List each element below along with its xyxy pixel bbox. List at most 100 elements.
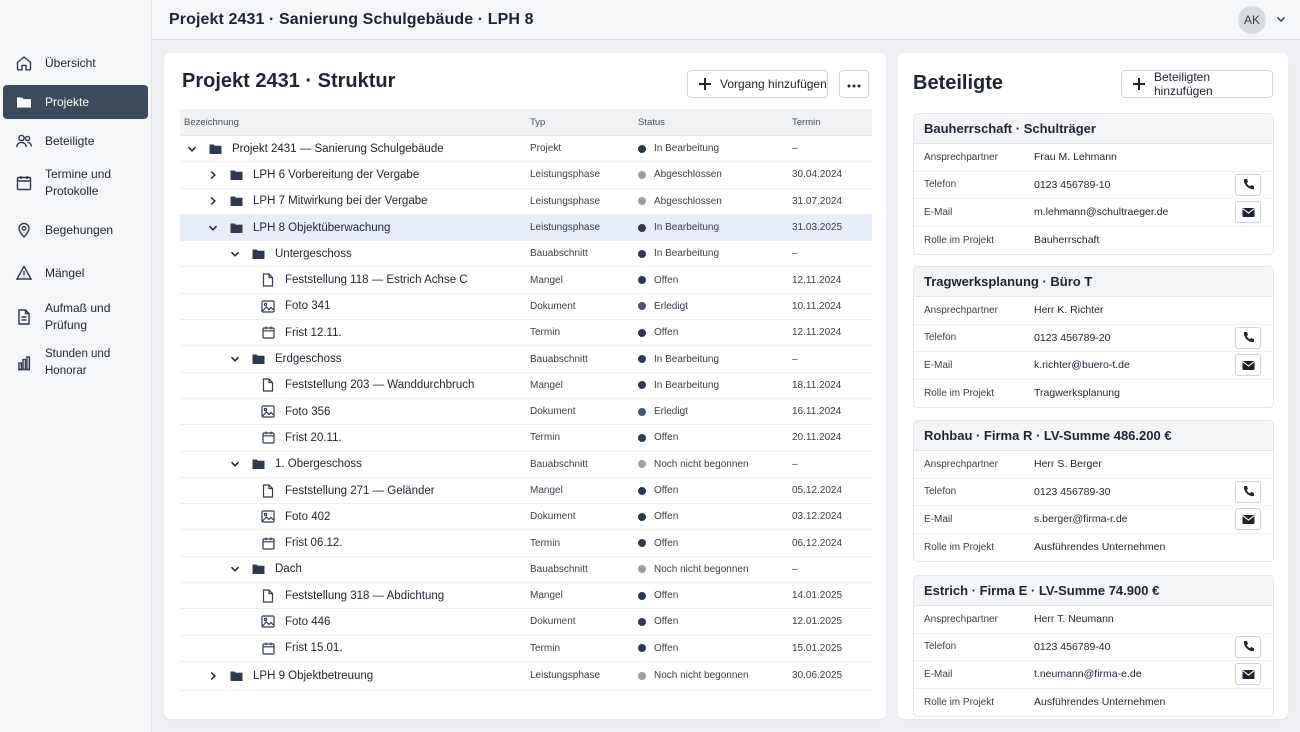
row-name-cell: 1. Obergeschoss: [229, 457, 362, 471]
sidebar-item-uebersicht[interactable]: Übersicht: [3, 46, 148, 80]
row-type: Dokument: [530, 406, 576, 418]
field-value[interactable]: s.berger@firma-r.de: [1034, 513, 1128, 525]
sidebar-item-termine[interactable]: Termine und Protokolle: [3, 163, 148, 203]
chevron-down-icon[interactable]: [229, 248, 241, 260]
table-row[interactable]: LPH 6 Vorbereitung der Vergabe Leistungsp…: [180, 162, 872, 189]
column-header-type[interactable]: Typ: [530, 117, 545, 128]
chevron-down-icon[interactable]: [229, 353, 241, 365]
avatar[interactable]: AK: [1238, 6, 1266, 34]
sidebar-item-aufmass[interactable]: Aufmaß und Prüfung: [3, 297, 148, 337]
participant-field-contact: Ansprechpartner Herr T. Neumann: [914, 606, 1273, 634]
add-process-button[interactable]: Vorgang hinzufügen: [687, 70, 828, 98]
field-value[interactable]: m.lehmann@schultraeger.de: [1034, 206, 1168, 218]
table-row[interactable]: Frist 12.11. Termin Offen 12.11.2024: [180, 320, 872, 347]
table-row[interactable]: Dach Bauabschnitt Noch nicht begonnen –: [180, 557, 872, 584]
more-options-button[interactable]: [839, 70, 869, 98]
sidebar-item-begehungen[interactable]: Begehungen: [3, 213, 148, 247]
participant-card: Tragwerksplanung · Büro T Ansprechpartner…: [913, 266, 1274, 408]
status-badge: Offen: [638, 590, 678, 601]
chevron-right-icon[interactable]: [207, 195, 219, 207]
email-button[interactable]: [1235, 201, 1261, 224]
status-badge: Abgeschlossen: [638, 169, 722, 180]
field-value: 0123 456789-10: [1034, 178, 1111, 191]
call-button[interactable]: [1235, 326, 1261, 349]
table-row[interactable]: LPH 7 Mitwirkung bei der Vergabe Leistung…: [180, 189, 872, 215]
status-dot-icon: [638, 539, 646, 548]
table-row[interactable]: Frist 15.01. Termin Offen 15.01.2025: [180, 636, 872, 662]
table-row[interactable]: Erdgeschoss Bauabschnitt In Bearbeitung –: [180, 346, 872, 373]
field-value[interactable]: k.richter@buero-t.de: [1034, 359, 1130, 371]
document-icon: [261, 589, 275, 603]
table-row[interactable]: Foto 402 Dokument Offen 03.12.2024: [180, 504, 872, 531]
sidebar-item-label: Begehungen: [45, 222, 114, 237]
table-row[interactable]: Projekt 2431 — Sanierung Schulgebäude Pro…: [180, 136, 872, 163]
table-row[interactable]: Frist 06.12. Termin Offen 06.12.2024: [180, 530, 872, 557]
field-value: 0123 456789-40: [1034, 640, 1111, 653]
chevron-down-icon[interactable]: [186, 143, 198, 155]
row-label: Projekt 2431 — Sanierung Schulgebäude: [232, 142, 444, 155]
sidebar-item-label: Stunden und Honorar: [45, 348, 111, 377]
table-row[interactable]: Feststellung 118 — Estrich Achse C Mangel…: [180, 267, 872, 294]
table-row[interactable]: Foto 356 Dokument Erledigt 16.11.2024: [180, 399, 872, 426]
table-row[interactable]: Feststellung 318 — Abdichtung Mangel Offen…: [180, 583, 872, 610]
field-value[interactable]: t.neumann@firma-e.de: [1034, 668, 1142, 680]
folder-icon: [229, 168, 243, 182]
row-status: Abgeschlossen: [654, 169, 722, 181]
add-participant-button[interactable]: Beteiligten hinzufügen: [1121, 70, 1273, 98]
row-name-cell: LPH 9 Objektbetreuung: [207, 669, 373, 683]
email-button[interactable]: [1235, 663, 1261, 686]
chevron-down-icon[interactable]: [207, 222, 219, 234]
table-row[interactable]: Feststellung 203 — Wanddurchbruch Mangel I…: [180, 373, 872, 399]
chevron-right-icon[interactable]: [207, 169, 219, 181]
chevron-down-icon[interactable]: [1274, 12, 1288, 26]
field-value: Bauherrschaft: [1034, 234, 1100, 247]
column-header-status[interactable]: Status: [638, 117, 665, 128]
sidebar-item-projekte[interactable]: Projekte: [3, 85, 148, 119]
status-badge: Erledigt: [638, 406, 688, 417]
row-status: Offen: [654, 432, 679, 444]
mail-icon: [1242, 514, 1254, 524]
table-row[interactable]: Foto 341 Dokument Erledigt 10.11.2024: [180, 294, 872, 321]
sidebar-item-maengel[interactable]: Mängel: [3, 256, 148, 290]
row-label: Erdgeschoss: [275, 353, 342, 366]
call-button[interactable]: [1235, 480, 1261, 503]
row-name-cell: LPH 6 Vorbereitung der Vergabe: [207, 168, 419, 182]
table-row[interactable]: Foto 446 Dokument Offen 12.01.2025: [180, 609, 872, 636]
column-header-name[interactable]: Bezeichnung: [184, 117, 239, 128]
participant-card: Bauherrschaft · Schulträger Ansprechpartn…: [913, 113, 1274, 255]
status-dot-icon: [638, 644, 646, 653]
email-button[interactable]: [1235, 508, 1261, 531]
column-header-date[interactable]: Termin: [792, 117, 821, 128]
status-badge: Abgeschlossen: [638, 196, 722, 207]
chevron-down-icon[interactable]: [229, 563, 241, 575]
row-date: 20.11.2024: [792, 432, 842, 444]
table-row[interactable]: Feststellung 271 — Geländer Mangel Offen 05…: [180, 478, 872, 505]
folder-icon: [251, 562, 265, 576]
chevron-down-icon[interactable]: [229, 458, 241, 470]
row-type: Dokument: [530, 300, 576, 312]
call-button[interactable]: [1235, 635, 1261, 658]
row-type: Bauabschnitt: [530, 248, 588, 260]
email-button[interactable]: [1235, 354, 1261, 377]
sidebar-item-beteiligte[interactable]: Beteiligte: [3, 124, 148, 158]
status-dot-icon: [638, 671, 646, 680]
row-label: Frist 20.11.: [285, 431, 342, 444]
participant-field-phone: Telefon 0123 456789-10: [914, 172, 1273, 199]
chevron-right-icon[interactable]: [207, 670, 219, 682]
sidebar-item-stunden[interactable]: Stunden und Honorar: [3, 346, 148, 380]
table-row[interactable]: LPH 9 Objektbetreuung Leistungsphase Noch …: [180, 662, 872, 691]
row-label: Feststellung 271 — Geländer: [285, 484, 435, 497]
call-button[interactable]: [1235, 173, 1261, 196]
row-name-cell: LPH 8 Objektüberwachung: [207, 221, 390, 235]
row-type: Termin: [530, 327, 561, 339]
participant-field-role: Rolle im Projekt Bauherrschaft: [914, 227, 1273, 255]
table-row[interactable]: Untergeschoss Bauabschnitt In Bearbeitung –: [180, 241, 872, 268]
row-name-cell: Frist 12.11.: [261, 326, 342, 340]
participant-field-email: E-Mail m.lehmann@schultraeger.de: [914, 199, 1273, 227]
status-dot-icon: [638, 512, 646, 521]
table-row[interactable]: Frist 20.11. Termin Offen 20.11.2024: [180, 425, 872, 452]
table-row[interactable]: 1. Obergeschoss Bauabschnitt Noch nicht be…: [180, 452, 872, 478]
row-status: In Bearbeitung: [654, 248, 720, 260]
row-name-cell: LPH 7 Mitwirkung bei der Vergabe: [207, 194, 428, 208]
table-row[interactable]: LPH 8 Objektüberwachung Leistungsphase In …: [180, 214, 872, 242]
